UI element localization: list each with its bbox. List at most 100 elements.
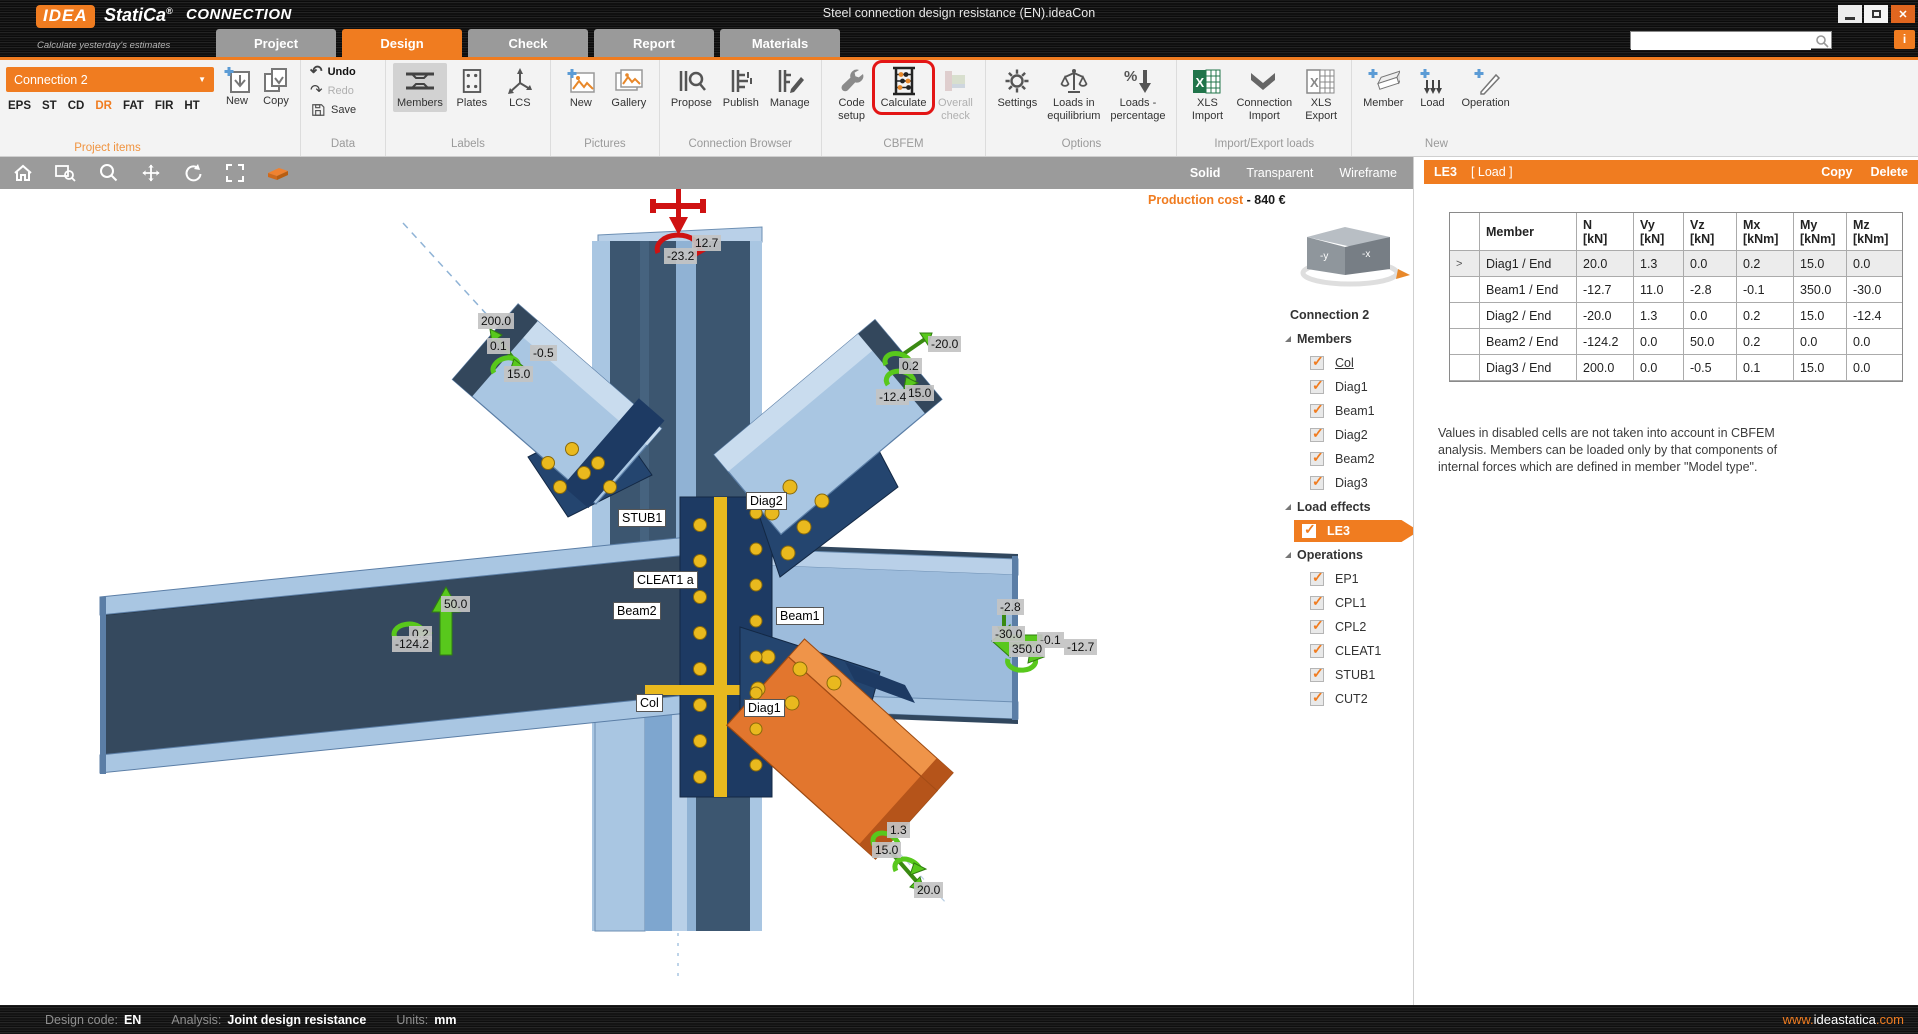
cell-vz[interactable]: 0.0 [1684,251,1737,277]
tree-item[interactable]: Diag2 [1280,423,1413,447]
code-toggle[interactable]: FIR [155,100,174,112]
tree-checkbox[interactable] [1310,380,1324,394]
ribbon-button[interactable]: New [558,63,604,112]
tree-item[interactable]: Diag3 [1280,471,1413,495]
cell-member[interactable]: Diag2 / End [1480,303,1577,329]
ribbon-tab[interactable]: Project [216,29,336,57]
ribbon-tab[interactable]: Design [342,29,462,57]
ribbon-button[interactable]: ↶Undo [308,63,378,81]
cell-n[interactable]: 200.0 [1577,355,1634,381]
tree-checkbox[interactable] [1310,692,1324,706]
cell-vy[interactable]: 0.0 [1634,329,1684,355]
code-toggle[interactable]: EPS [8,100,31,112]
connection-dropdown[interactable]: Connection 2 ▼ [6,67,214,92]
row-selector-cell[interactable] [1450,277,1480,303]
code-toggle[interactable]: FAT [123,100,144,112]
ribbon-button[interactable]: Propose [667,63,716,112]
tree-checkbox[interactable] [1310,596,1324,610]
ribbon-button[interactable]: Settings [993,63,1041,112]
tree-checkbox[interactable] [1310,356,1324,370]
ribbon-button[interactable]: Gallery [606,63,652,112]
ribbon-button[interactable]: Save [308,101,378,119]
tree-item[interactable]: CLEAT1 [1280,639,1413,663]
tree-item[interactable]: CPL1 [1280,591,1413,615]
cell-vz[interactable]: 50.0 [1684,329,1737,355]
cell-mx[interactable]: 0.2 [1737,303,1794,329]
cell-mx[interactable]: 0.2 [1737,251,1794,277]
cell-my[interactable]: 350.0 [1794,277,1847,303]
render-mode-option[interactable]: Transparent [1246,166,1313,180]
row-selector-cell[interactable] [1450,303,1480,329]
row-selector-cell[interactable] [1450,355,1480,381]
tree-item[interactable]: EP1 [1280,567,1413,591]
cell-member[interactable]: Diag1 / End [1480,251,1577,277]
tree-checkbox[interactable] [1302,524,1316,538]
ribbon-button[interactable]: XXLS Import [1184,63,1230,124]
tree-item[interactable]: Load effects [1280,495,1413,519]
cube-face-right[interactable]: -x [1362,249,1370,260]
tree-item[interactable]: STUB1 [1280,663,1413,687]
tree-item[interactable]: Diag1 [1280,375,1413,399]
ribbon-button[interactable]: Manage [766,63,814,112]
viewport-3d[interactable]: SolidTransparentWireframe [0,157,1413,1005]
tree-item[interactable]: Connection 2 [1280,303,1413,327]
cell-vz[interactable]: -0.5 [1684,355,1737,381]
brick-icon[interactable] [266,163,290,183]
tree-checkbox[interactable] [1310,452,1324,466]
row-selector-cell[interactable]: > [1450,251,1480,277]
ribbon-tab[interactable]: Report [594,29,714,57]
ribbon-button[interactable]: Plates [449,63,495,112]
ribbon-button[interactable]: Operation [1457,63,1513,112]
cell-vz[interactable]: 0.0 [1684,303,1737,329]
pan-icon[interactable] [140,163,162,183]
close-button[interactable]: ✕ [1891,5,1915,23]
tree-checkbox[interactable] [1310,404,1324,418]
search-box[interactable] [1630,31,1832,49]
cell-mx[interactable]: -0.1 [1737,277,1794,303]
ribbon-tab[interactable]: Check [468,29,588,57]
tree-item[interactable]: CPL2 [1280,615,1413,639]
cell-member[interactable]: Beam2 / End [1480,329,1577,355]
row-selector-cell[interactable] [1450,329,1480,355]
tree-checkbox[interactable] [1310,476,1324,490]
cell-vy[interactable]: 11.0 [1634,277,1684,303]
code-toggle[interactable]: HT [184,100,199,112]
tree-expander-icon[interactable] [1285,504,1291,510]
cell-my[interactable]: 15.0 [1794,303,1847,329]
connection-3d-scene[interactable]: -y -x [0,157,1413,1005]
rotate-icon[interactable] [182,163,204,183]
tree-checkbox[interactable] [1310,620,1324,634]
ribbon-button[interactable]: Loads in equilibrium [1043,63,1104,124]
project-item-button[interactable]: New [222,65,252,107]
cell-mz[interactable]: 0.0 [1847,329,1902,355]
cell-mz[interactable]: 0.0 [1847,251,1902,277]
code-toggle[interactable]: CD [68,100,85,112]
fit-view-icon[interactable] [224,163,246,183]
ribbon-button[interactable]: Calculate [877,63,931,112]
tree-checkbox[interactable] [1310,668,1324,682]
tree-expander-icon[interactable] [1285,552,1291,558]
tree-item[interactable]: Beam2 [1280,447,1413,471]
tree-item[interactable]: Operations [1280,543,1413,567]
cell-mz[interactable]: -12.4 [1847,303,1902,329]
ribbon-button[interactable]: %Loads - percentage [1106,63,1169,124]
ribbon-button[interactable]: XXLS Export [1298,63,1344,124]
code-toggle[interactable]: DR [95,100,112,112]
tree-checkbox[interactable] [1310,644,1324,658]
ribbon-button[interactable]: Overall check [932,63,978,124]
cell-my[interactable]: 0.0 [1794,329,1847,355]
zoom-window-icon[interactable] [54,163,78,183]
tree-checkbox[interactable] [1310,428,1324,442]
cell-member[interactable]: Diag3 / End [1480,355,1577,381]
tree-checkbox[interactable] [1310,572,1324,586]
zoom-icon[interactable] [98,163,120,183]
cell-mx[interactable]: 0.1 [1737,355,1794,381]
panel-action-button[interactable]: Delete [1870,165,1908,179]
search-input[interactable] [1631,34,1811,50]
panel-action-button[interactable]: Copy [1821,165,1852,179]
code-toggle[interactable]: ST [42,100,57,112]
cell-mz[interactable]: 0.0 [1847,355,1902,381]
cell-mz[interactable]: -30.0 [1847,277,1902,303]
cell-n[interactable]: -12.7 [1577,277,1634,303]
cell-vz[interactable]: -2.8 [1684,277,1737,303]
